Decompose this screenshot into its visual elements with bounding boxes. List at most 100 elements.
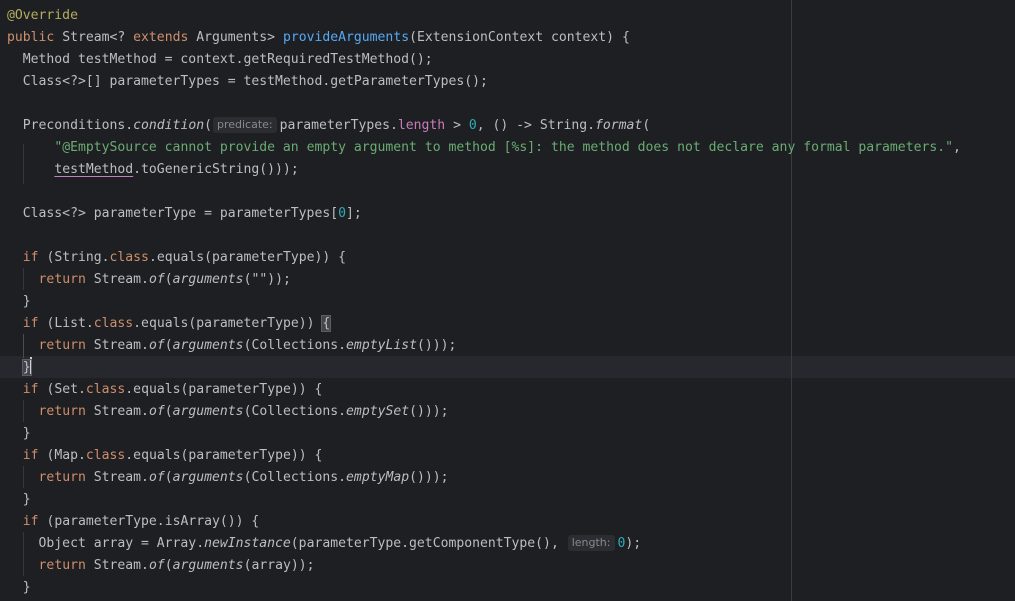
parameter-hint: predicate: <box>212 117 277 133</box>
code-line[interactable]: } <box>7 577 31 599</box>
code-text: Class<?>[] parameterTypes = testMethod.g… <box>7 74 488 89</box>
keyword: class <box>93 316 134 331</box>
field-name: length <box>397 118 446 133</box>
static-method-call[interactable]: emptyMap <box>346 470 409 485</box>
code-line[interactable]: testMethod.toGenericString())); <box>7 159 299 181</box>
current-line-highlight <box>0 356 1015 378</box>
static-method-call[interactable]: of <box>149 338 165 353</box>
code-text: , () -> String. <box>476 118 595 133</box>
captured-variable[interactable]: testMethod <box>54 162 133 177</box>
code-text: (Collections. <box>243 338 347 353</box>
code-text: (parameterType.isArray()) { <box>38 514 260 529</box>
static-method-call[interactable]: of <box>149 272 165 287</box>
code-text: } <box>22 492 31 507</box>
keyword: if <box>22 448 39 463</box>
code-line[interactable]: Object array = Array.newInstance(paramet… <box>7 533 641 555</box>
code-text: (array)); <box>243 558 315 573</box>
code-text: .toGenericString())); <box>133 162 299 177</box>
string-literal: "@EmptySource cannot provide an empty ar… <box>54 140 953 155</box>
code-line[interactable]: return Stream.of(arguments("")); <box>7 269 291 291</box>
code-text: .equals(parameterType)) <box>133 316 323 331</box>
code-line[interactable]: } <box>7 423 31 445</box>
code-line[interactable]: if (parameterType.isArray()) { <box>7 511 260 533</box>
code-line[interactable]: if (Map.class.equals(parameterType)) { <box>7 445 323 467</box>
static-method-call[interactable]: of <box>149 470 165 485</box>
code-text: } <box>22 294 31 309</box>
code-line[interactable]: if (Set.class.equals(parameterType)) { <box>7 379 323 401</box>
static-method-call[interactable]: of <box>149 558 165 573</box>
code-line[interactable]: } <box>7 291 31 313</box>
code-line[interactable]: public Stream<? extends Arguments> provi… <box>7 27 630 49</box>
right-margin-guide <box>791 0 792 601</box>
code-text: (Collections. <box>243 404 347 419</box>
static-method-call[interactable]: arguments <box>173 404 244 419</box>
code-line[interactable]: @Override <box>7 5 78 27</box>
static-method-call[interactable]: newInstance <box>204 536 291 551</box>
static-method-call[interactable]: arguments <box>173 558 244 573</box>
code-line[interactable]: return Stream.of(arguments(Collections.e… <box>7 467 449 489</box>
code-line[interactable]: Preconditions.condition(predicate: parame… <box>7 115 650 137</box>
code-text: parameterTypes. <box>279 118 398 133</box>
keyword: return <box>38 404 86 419</box>
code-text: ( <box>164 404 173 419</box>
static-method-call[interactable]: emptySet <box>346 404 409 419</box>
static-method-call[interactable]: arguments <box>173 470 244 485</box>
code-text: } <box>22 426 31 441</box>
keyword: return <box>38 272 86 287</box>
code-text: > <box>445 118 469 133</box>
static-method-call[interactable]: condition <box>133 118 204 133</box>
keyword: public <box>7 30 55 45</box>
keyword: return <box>38 558 86 573</box>
code-line[interactable]: "@EmptySource cannot provide an empty ar… <box>7 137 961 159</box>
static-method-call[interactable]: format <box>595 118 642 133</box>
static-method-call[interactable]: arguments <box>173 272 244 287</box>
static-method-call[interactable]: of <box>149 404 165 419</box>
code-text: ())); <box>409 404 449 419</box>
static-method-call[interactable]: emptyList <box>346 338 417 353</box>
code-text: Stream. <box>85 272 149 287</box>
code-line[interactable]: Class<?>[] parameterTypes = testMethod.g… <box>7 71 488 93</box>
code-line[interactable]: Method testMethod = context.getRequiredT… <box>7 49 433 71</box>
code-text: (String. <box>38 250 110 265</box>
keyword: return <box>38 338 86 353</box>
code-text: ( <box>164 558 173 573</box>
static-method-call[interactable]: arguments <box>173 338 244 353</box>
code-text: (List. <box>38 316 94 331</box>
code-line[interactable]: if (List.class.equals(parameterType)) { <box>7 313 332 335</box>
annotation: @Override <box>7 8 78 23</box>
code-text: Stream. <box>85 404 149 419</box>
code-text: ( <box>164 470 173 485</box>
code-line[interactable]: if (String.class.equals(parameterType)) … <box>7 247 346 269</box>
code-text: .equals(parameterType)) { <box>125 382 323 397</box>
code-line[interactable]: return Stream.of(arguments(Collections.e… <box>7 335 457 357</box>
keyword: if <box>22 382 39 397</box>
code-text: ( <box>204 118 212 133</box>
code-line[interactable]: return Stream.of(arguments(Collections.e… <box>7 401 449 423</box>
code-text: ]; <box>345 206 362 221</box>
code-line[interactable]: Class<?> parameterType = parameterTypes[… <box>7 203 362 225</box>
code-text: (parameterType.getComponentType(), <box>290 536 567 551</box>
number-literal: 0 <box>338 206 346 221</box>
code-line-current[interactable]: } <box>7 357 32 379</box>
code-text: Stream. <box>85 338 149 353</box>
keyword: if <box>22 514 39 529</box>
code-text: ())); <box>409 470 449 485</box>
code-line[interactable]: return Stream.of(arguments(array)); <box>7 555 315 577</box>
keyword: extends <box>133 30 189 45</box>
keyword: class <box>85 448 126 463</box>
keyword: if <box>22 250 39 265</box>
code-text: , <box>953 140 961 155</box>
keyword: class <box>85 382 126 397</box>
code-text: Stream. <box>85 470 149 485</box>
parameter-hint: length: <box>567 535 615 551</box>
code-line[interactable]: } <box>7 489 31 511</box>
number-literal: 0 <box>468 118 477 133</box>
code-text: ( <box>164 338 173 353</box>
code-text: Class<?> parameterType = parameterTypes[ <box>7 206 339 221</box>
method-name[interactable]: provideArguments <box>283 30 409 45</box>
code-text: ); <box>625 536 642 551</box>
code-editor[interactable]: @Override public Stream<? extends Argume… <box>0 0 1015 601</box>
code-text: ())); <box>417 338 457 353</box>
